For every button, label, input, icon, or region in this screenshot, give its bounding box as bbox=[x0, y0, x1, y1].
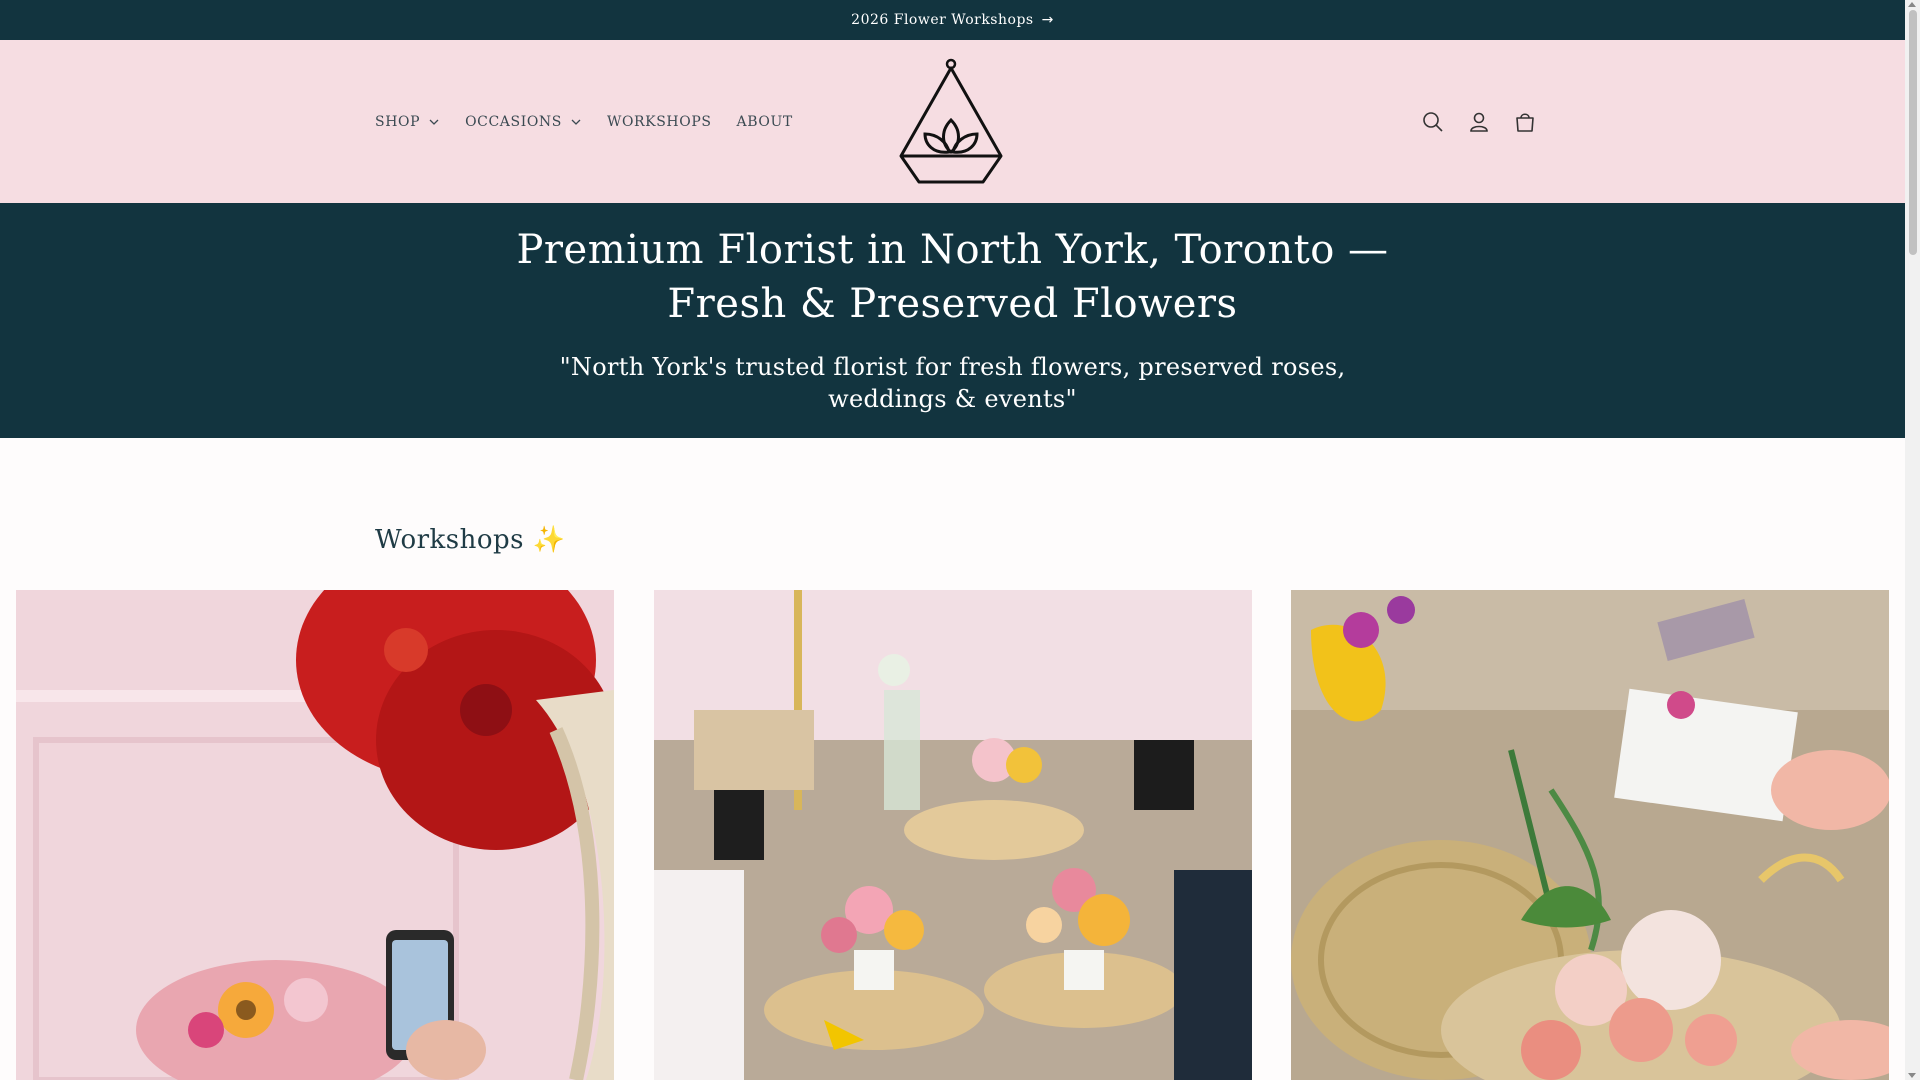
hero-title-line: Premium Florist in North York, Toronto — bbox=[516, 227, 1389, 273]
search-icon[interactable] bbox=[1410, 99, 1456, 145]
nav-item-shop[interactable]: SHOP bbox=[375, 114, 440, 130]
workshop-card-1[interactable] bbox=[16, 590, 614, 1080]
workshop-card-3[interactable] bbox=[1291, 590, 1889, 1080]
header-icons bbox=[1410, 40, 1548, 203]
sparkles-icon: ✨ bbox=[532, 525, 566, 555]
announcement-bar[interactable]: 2026 Flower Workshops → bbox=[0, 0, 1905, 40]
main-nav: SHOP OCCASIONS WORKSHOPS ABOUT bbox=[375, 40, 818, 203]
hero-title-line: Fresh & Preserved Flowers bbox=[667, 281, 1238, 327]
scroll-up-icon[interactable] bbox=[1908, 2, 1916, 7]
page-scrollbar[interactable] bbox=[1905, 0, 1920, 1080]
chevron-down-icon bbox=[571, 119, 581, 125]
workshop-card-2[interactable] bbox=[654, 590, 1252, 1080]
nav-item-label: WORKSHOPS bbox=[606, 113, 712, 130]
hero-banner: Premium Florist in North York, Toronto —… bbox=[0, 203, 1905, 438]
workshop-photo bbox=[654, 590, 1252, 1080]
scroll-down-icon[interactable] bbox=[1908, 1073, 1916, 1078]
workshops-title: Workshops bbox=[375, 525, 525, 555]
nav-item-label: OCCASIONS bbox=[465, 113, 562, 130]
nav-item-label: ABOUT bbox=[736, 113, 793, 130]
account-icon[interactable] bbox=[1456, 99, 1502, 145]
workshop-photo bbox=[16, 590, 614, 1080]
terrarium-logo-icon bbox=[899, 58, 1003, 184]
hero-subtitle: "North York's trusted florist for fresh … bbox=[0, 351, 1905, 415]
brand-logo[interactable] bbox=[895, 58, 1007, 186]
nav-item-occasions[interactable]: OCCASIONS bbox=[465, 114, 582, 130]
nav-item-workshops[interactable]: WORKSHOPS bbox=[607, 114, 712, 130]
hero-subtitle-line: "North York's trusted florist for fresh … bbox=[559, 353, 1346, 381]
cart-icon[interactable] bbox=[1502, 99, 1548, 145]
workshop-photo bbox=[1291, 590, 1889, 1080]
nav-item-label: SHOP bbox=[375, 113, 421, 130]
workshops-heading: Workshops ✨ bbox=[375, 525, 566, 555]
announcement-text[interactable]: 2026 Flower Workshops bbox=[851, 12, 1033, 28]
scrollbar-thumb[interactable] bbox=[1909, 10, 1917, 255]
site-header: SHOP OCCASIONS WORKSHOPS ABOUT bbox=[0, 40, 1905, 203]
hero-subtitle-line: weddings & events" bbox=[828, 385, 1077, 413]
chevron-down-icon bbox=[429, 119, 439, 125]
hero-title: Premium Florist in North York, Toronto —… bbox=[0, 223, 1905, 331]
nav-item-about[interactable]: ABOUT bbox=[737, 114, 793, 130]
arrow-right-icon: → bbox=[1041, 12, 1054, 28]
